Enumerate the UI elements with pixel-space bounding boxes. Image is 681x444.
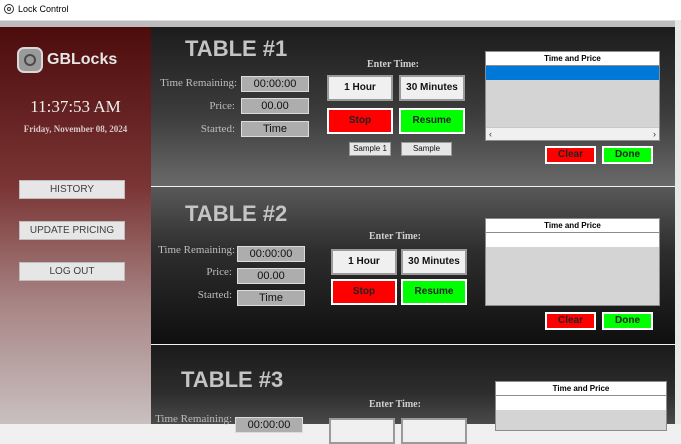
list-item-selected[interactable]: [486, 66, 659, 80]
table-2-title: TABLE #2: [185, 201, 288, 226]
table-1-clear-button[interactable]: Clear: [545, 146, 596, 164]
table-2-started: Time: [237, 290, 305, 306]
lock-logo-icon: [17, 47, 43, 73]
update-pricing-button[interactable]: UPDATE PRICING: [19, 221, 125, 240]
time-remaining-label: Time Remaining:: [160, 77, 237, 89]
enter-time-label: Enter Time:: [369, 231, 421, 242]
started-label: Started:: [197, 289, 232, 301]
brand-name: GBLocks: [47, 51, 118, 68]
list-item[interactable]: [486, 233, 659, 247]
table-2-resume-button[interactable]: Resume: [401, 279, 467, 305]
horizontal-scrollbar[interactable]: ‹ ›: [486, 127, 659, 140]
table-3-time-remaining: 00:00:00: [235, 417, 303, 433]
table-1-time-price-list[interactable]: Time and Price ‹ ›: [485, 51, 660, 141]
app-icon: [4, 4, 14, 14]
table-2-time-price-list[interactable]: Time and Price: [485, 218, 660, 306]
clock-time: 11:37:53 AM: [30, 97, 121, 116]
table-2-clear-button[interactable]: Clear: [545, 312, 596, 330]
table-2-30-minutes-button[interactable]: 30 Minutes: [401, 249, 467, 275]
window-title: Lock Control: [18, 4, 69, 14]
table-1-done-button[interactable]: Done: [602, 146, 653, 164]
table-2-1-hour-button[interactable]: 1 Hour: [331, 249, 397, 275]
price-label: Price:: [206, 266, 232, 278]
logout-button[interactable]: LOG OUT: [19, 262, 125, 281]
window-titlebar: Lock Control: [0, 0, 681, 21]
table-1-price: 00.00: [241, 98, 309, 114]
table-3-1-hour-button[interactable]: [329, 418, 395, 444]
time-remaining-label: Time Remaining:: [158, 244, 235, 256]
scroll-left-icon[interactable]: ‹: [489, 128, 492, 140]
table-1-stop-button[interactable]: Stop: [327, 108, 393, 134]
enter-time-label: Enter Time:: [369, 399, 421, 410]
list-item[interactable]: [496, 396, 666, 410]
enter-time-label: Enter Time:: [367, 59, 419, 70]
table-1-started: Time: [241, 121, 309, 137]
clock-date: Friday, November 08, 2024: [23, 124, 128, 134]
sidebar: GBLocks 11:37:53 AM Friday, November 08,…: [0, 27, 151, 424]
list-header: Time and Price: [486, 219, 659, 233]
window-right-border: [675, 20, 681, 424]
table-1-panel: TABLE #1 Time Remaining: 00:00:00 Price:…: [151, 27, 675, 186]
table-1-time-remaining: 00:00:00: [241, 76, 309, 92]
list-header: Time and Price: [496, 382, 666, 396]
table-1-30-minutes-button[interactable]: 30 Minutes: [399, 75, 465, 101]
table-3-panel: TABLE #3 Time Remaining: 00:00:00 Enter …: [151, 345, 675, 444]
started-label: Started:: [200, 123, 235, 135]
table-2-time-remaining: 00:00:00: [237, 246, 305, 262]
table-3-30-minutes-button[interactable]: [401, 418, 467, 444]
history-button[interactable]: HISTORY: [19, 180, 125, 199]
table-2-price: 00.00: [237, 268, 305, 284]
sample-1-button[interactable]: Sample 1: [349, 142, 391, 156]
table-2-panel: TABLE #2 Time Remaining: 00:00:00 Price:…: [151, 187, 675, 344]
table-2-stop-button[interactable]: Stop: [331, 279, 397, 305]
table-3-title: TABLE #3: [181, 367, 284, 392]
table-1-resume-button[interactable]: Resume: [399, 108, 465, 134]
table-1-title: TABLE #1: [185, 36, 288, 61]
price-label: Price:: [209, 100, 235, 112]
table-1-1-hour-button[interactable]: 1 Hour: [327, 75, 393, 101]
sample-button[interactable]: Sample: [401, 142, 452, 156]
time-remaining-label: Time Remaining:: [155, 413, 232, 425]
scroll-right-icon[interactable]: ›: [653, 128, 656, 140]
list-header: Time and Price: [486, 52, 659, 66]
table-2-done-button[interactable]: Done: [602, 312, 653, 330]
